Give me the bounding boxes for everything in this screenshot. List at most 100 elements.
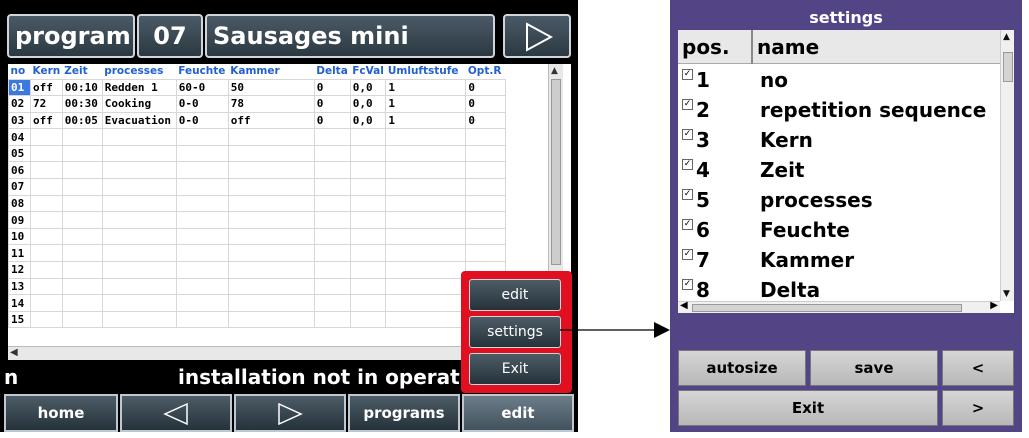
table-cell[interactable] — [30, 277, 63, 296]
table-row[interactable]: 14 — [8, 294, 507, 312]
table-row[interactable]: 01 off 00:10 Redden 1 60-0 50 0 0,0 1 0 — [8, 78, 507, 97]
table-cell[interactable] — [465, 144, 507, 163]
table-cell[interactable] — [349, 194, 387, 213]
table-cell[interactable]: 07 — [8, 178, 31, 196]
table-cell[interactable]: Redden 1 — [101, 78, 177, 97]
scroll-left-icon[interactable]: ◀ — [10, 347, 18, 358]
settings-list-item[interactable]: ✓ 7 Kammer — [678, 244, 1000, 274]
table-cell[interactable] — [385, 277, 467, 296]
table-cell[interactable]: 0 — [313, 78, 351, 97]
table-cell[interactable] — [313, 294, 351, 312]
scroll-thumb[interactable] — [1003, 52, 1013, 82]
program-number[interactable]: 07 — [137, 14, 203, 58]
table-cell[interactable] — [227, 211, 315, 229]
table-cell[interactable] — [227, 144, 315, 163]
table-cell[interactable] — [30, 294, 63, 312]
table-cell[interactable]: off — [227, 111, 315, 130]
table-cell[interactable]: 09 — [8, 211, 31, 229]
table-cell[interactable] — [465, 161, 507, 180]
table-cell[interactable] — [385, 310, 467, 329]
table-cell[interactable] — [101, 194, 177, 213]
table-cell[interactable]: 06 — [8, 161, 31, 180]
table-cell[interactable] — [313, 178, 351, 196]
table-cell[interactable] — [30, 194, 63, 213]
table-row[interactable]: 04 — [8, 128, 507, 146]
table-cell[interactable]: off — [30, 78, 63, 97]
table-cell[interactable] — [227, 178, 315, 196]
table-row[interactable]: 09 — [8, 211, 507, 229]
column-header[interactable]: Umluftstufe — [386, 64, 466, 79]
table-cell[interactable] — [61, 261, 103, 279]
table-cell[interactable] — [61, 277, 103, 296]
table-cell[interactable] — [101, 178, 177, 196]
column-header[interactable]: FcVal — [350, 64, 386, 79]
table-cell[interactable] — [349, 144, 387, 163]
table-cell[interactable] — [313, 211, 351, 229]
table-cell[interactable] — [385, 194, 467, 213]
table-cell[interactable] — [313, 194, 351, 213]
table-cell[interactable] — [30, 261, 63, 279]
table-cell[interactable]: off — [30, 111, 63, 130]
table-row[interactable]: 02 72 00:30 Cooking 0-0 78 0 0,0 1 0 — [8, 95, 507, 113]
next-button[interactable] — [234, 394, 346, 432]
name-column-header[interactable]: name — [751, 30, 819, 64]
table-cell[interactable]: 11 — [8, 244, 31, 263]
table-cell[interactable] — [101, 144, 177, 163]
table-cell[interactable]: 12 — [8, 261, 31, 279]
table-row[interactable]: 08 — [8, 194, 507, 213]
table-cell[interactable]: 00:30 — [61, 95, 103, 113]
previous-button[interactable] — [120, 394, 232, 432]
save-button[interactable]: save — [810, 350, 938, 386]
table-cell[interactable] — [61, 194, 103, 213]
settings-list-item[interactable]: ✓ 1 no — [678, 64, 1000, 94]
table-cell[interactable] — [313, 244, 351, 263]
table-cell[interactable] — [101, 261, 177, 279]
scroll-left-icon[interactable]: ◀ — [680, 300, 688, 311]
table-cell[interactable] — [61, 227, 103, 246]
program-name[interactable]: Sausages mini — [205, 14, 495, 58]
table-cell[interactable] — [61, 144, 103, 163]
table-cell[interactable] — [101, 294, 177, 312]
table-cell[interactable] — [175, 310, 229, 329]
table-cell[interactable] — [175, 128, 229, 146]
table-row[interactable]: 11 — [8, 244, 507, 263]
popup-exit-button[interactable]: Exit — [469, 353, 561, 385]
scroll-down-icon[interactable]: ▼ — [1003, 289, 1010, 299]
settings-list-item[interactable]: ✓ 5 processes — [678, 184, 1000, 214]
table-cell[interactable] — [385, 161, 467, 180]
exit-button[interactable]: Exit — [678, 390, 938, 426]
table-cell[interactable]: 0 — [313, 111, 351, 130]
table-cell[interactable]: 14 — [8, 294, 31, 312]
table-cell[interactable] — [349, 277, 387, 296]
table-cell[interactable] — [227, 227, 315, 246]
table-cell[interactable] — [61, 178, 103, 196]
table-cell[interactable] — [101, 227, 177, 246]
edit-button[interactable]: edit — [462, 394, 574, 432]
table-cell[interactable] — [227, 161, 315, 180]
table-cell[interactable] — [30, 244, 63, 263]
table-cell[interactable] — [30, 227, 63, 246]
table-cell[interactable] — [175, 211, 229, 229]
table-cell[interactable] — [30, 211, 63, 229]
popup-settings-button[interactable]: settings — [469, 316, 561, 348]
table-cell[interactable] — [227, 128, 315, 146]
checkbox-icon[interactable]: ✓ — [682, 249, 693, 260]
table-cell[interactable] — [30, 178, 63, 196]
table-cell[interactable]: 0,0 — [349, 78, 387, 97]
pos-column-header[interactable]: pos. — [682, 30, 730, 64]
table-cell[interactable] — [101, 244, 177, 263]
checkbox-icon[interactable]: ✓ — [682, 129, 693, 140]
table-cell[interactable] — [175, 261, 229, 279]
table-cell[interactable] — [313, 144, 351, 163]
table-cell[interactable] — [61, 244, 103, 263]
table-cell[interactable] — [349, 294, 387, 312]
checkbox-icon[interactable]: ✓ — [682, 99, 693, 110]
table-cell[interactable]: 60-0 — [175, 78, 229, 97]
table-row[interactable]: 12 — [8, 261, 507, 279]
table-cell[interactable]: 1 — [385, 111, 467, 130]
table-cell[interactable] — [30, 310, 63, 329]
table-cell[interactable]: 04 — [8, 128, 31, 146]
table-cell[interactable] — [465, 178, 507, 196]
table-cell[interactable] — [101, 277, 177, 296]
column-header[interactable]: Delta — [314, 64, 350, 79]
